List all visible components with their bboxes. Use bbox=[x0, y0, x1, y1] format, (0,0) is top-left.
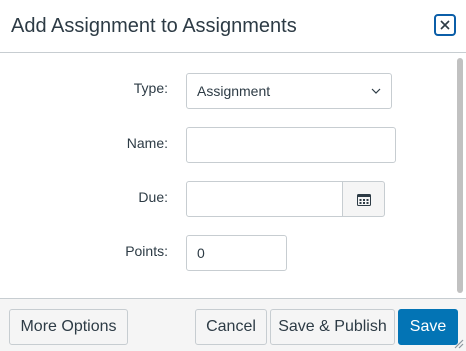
dialog-footer: More Options Cancel Save & Publish Save bbox=[0, 298, 466, 351]
type-select[interactable]: Assignment bbox=[186, 73, 392, 109]
close-button[interactable] bbox=[434, 14, 456, 36]
type-label: Type: bbox=[133, 80, 168, 96]
dialog-title: Add Assignment to Assignments bbox=[11, 15, 297, 37]
points-label: Points: bbox=[125, 243, 168, 259]
dialog-body: Type: Assignment Name: Due: Points: bbox=[0, 53, 466, 298]
calendar-button[interactable] bbox=[342, 181, 385, 217]
points-input[interactable] bbox=[186, 235, 287, 271]
calendar-icon bbox=[356, 193, 371, 206]
chevron-down-icon bbox=[371, 88, 381, 94]
close-icon bbox=[440, 20, 450, 30]
due-date-input[interactable] bbox=[186, 181, 343, 217]
add-assignment-dialog: Add Assignment to Assignments Type: Assi… bbox=[0, 0, 466, 351]
due-label: Due: bbox=[138, 189, 168, 205]
name-input[interactable] bbox=[186, 127, 396, 163]
dialog-header: Add Assignment to Assignments bbox=[0, 0, 466, 53]
resize-grip-icon[interactable] bbox=[452, 337, 464, 349]
save-button[interactable]: Save bbox=[398, 309, 458, 345]
scrollbar[interactable] bbox=[457, 58, 463, 293]
name-label: Name: bbox=[126, 135, 168, 151]
cancel-button[interactable]: Cancel bbox=[195, 309, 267, 345]
type-select-value: Assignment bbox=[197, 83, 271, 99]
save-publish-button[interactable]: Save & Publish bbox=[270, 309, 395, 345]
more-options-button[interactable]: More Options bbox=[9, 309, 128, 345]
